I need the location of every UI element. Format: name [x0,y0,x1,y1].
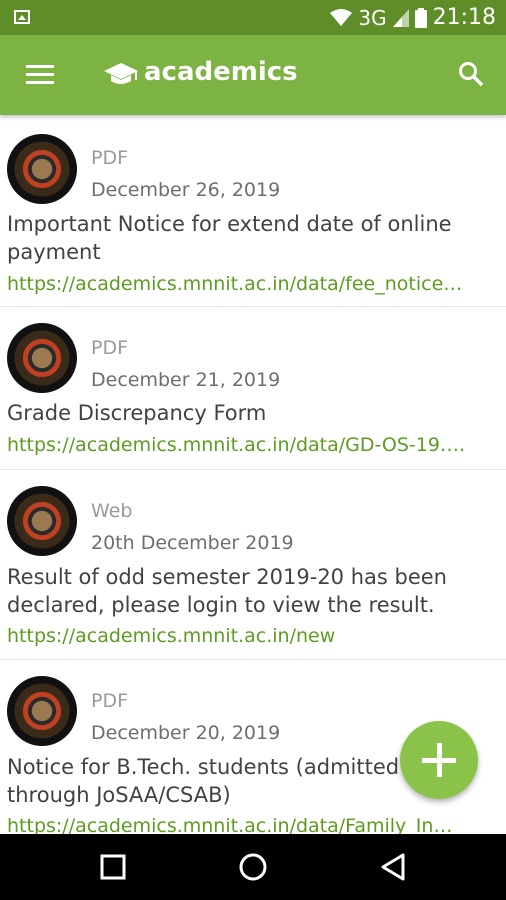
notice-item[interactable]: PDF December 26, 2019 Important Notice f… [0,116,506,307]
notice-link[interactable]: https://academics.mnnit.ac.in/data/Famil… [7,815,477,834]
notice-avatar [7,486,77,556]
notice-avatar [7,323,77,393]
notice-type: PDF [91,147,129,169]
notice-link[interactable]: https://academics.mnnit.ac.in/new [7,625,477,647]
notice-link[interactable]: https://academics.mnnit.ac.in/data/GD-OS… [7,434,477,456]
image-notification-icon [14,10,30,24]
notice-avatar [7,676,77,746]
notice-date: 20th December 2019 [91,532,294,554]
notice-type: Web [91,500,133,522]
notice-title: Result of odd semester 2019-20 has been … [7,565,447,617]
notice-type: PDF [91,337,129,359]
status-right: 3G 21:18 [330,0,496,35]
app-title: academics [144,57,298,87]
graduation-cap-icon [104,63,138,84]
notice-date: December 26, 2019 [91,179,281,201]
circle-icon[interactable] [223,834,283,900]
signal-icon [392,8,409,27]
notice-title: Important Notice for extend date of onli… [7,212,452,264]
notice-date: December 21, 2019 [91,369,281,391]
search-icon[interactable] [458,61,484,87]
add-button[interactable] [400,721,478,799]
menu-icon[interactable] [26,65,54,85]
app-bar: academics [0,35,506,115]
network-type: 3G [358,5,387,30]
notice-date: December 20, 2019 [91,722,281,744]
status-bar: 3G 21:18 [0,0,506,35]
notice-link[interactable]: https://academics.mnnit.ac.in/data/fee_n… [7,273,477,295]
square-icon[interactable] [83,834,143,900]
notice-title: Grade Discrepancy Form [7,401,267,425]
navigation-bar [0,834,506,900]
notice-item[interactable]: PDF December 21, 2019 Grade Discrepancy … [0,307,506,470]
notice-type: PDF [91,690,129,712]
triangle-back-icon[interactable] [363,834,423,900]
wifi-icon [330,8,353,26]
battery-icon [414,7,427,28]
notice-avatar [7,134,77,204]
clock: 21:18 [432,5,496,30]
notice-item[interactable]: Web 20th December 2019 Result of odd sem… [0,470,506,660]
